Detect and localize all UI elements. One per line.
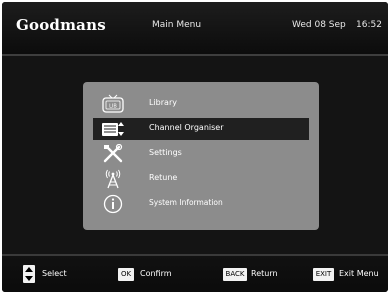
- header-bar: Goodmans Main Menu Wed 08 Sep 16:52: [2, 2, 388, 56]
- menu-item-channel-organiser[interactable]: Channel Organiser: [93, 118, 309, 140]
- tv-lib-icon: LIB: [101, 94, 125, 114]
- time-display: 16:52: [356, 20, 382, 30]
- menu-item-system-information[interactable]: System Information: [93, 193, 309, 215]
- channel-list-icon: [101, 119, 125, 139]
- info-icon: [101, 194, 125, 214]
- antenna-icon: [101, 169, 125, 189]
- menu-item-library[interactable]: LIB Library: [93, 93, 309, 115]
- brand-logo: Goodmans: [16, 16, 106, 34]
- tools-icon: [101, 144, 125, 164]
- menu-item-label: Channel Organiser: [149, 123, 224, 132]
- tv-screen: Goodmans Main Menu Wed 08 Sep 16:52 LIB …: [2, 2, 388, 292]
- exit-menu-hint-label: Exit Menu: [339, 269, 379, 278]
- date-display: Wed 08 Sep: [292, 20, 346, 30]
- menu-item-retune[interactable]: Retune: [93, 168, 309, 190]
- menu-item-label: Settings: [149, 148, 182, 157]
- page-title: Main Menu: [152, 20, 202, 30]
- menu-item-label: Retune: [149, 173, 178, 182]
- menu-item-settings[interactable]: Settings: [93, 143, 309, 165]
- menu-item-label: System Information: [149, 198, 223, 207]
- ok-key[interactable]: OK: [118, 268, 134, 281]
- svg-text:LIB: LIB: [109, 104, 117, 110]
- main-menu-panel: LIB Library Channel Organiser Settings R…: [83, 82, 319, 230]
- back-key[interactable]: BACK: [223, 268, 247, 281]
- footer-hint-bar: Select OK Confirm BACK Return EXIT Exit …: [2, 254, 388, 292]
- confirm-hint-label: Confirm: [140, 269, 172, 278]
- updown-arrows-icon: [23, 265, 35, 283]
- exit-key[interactable]: EXIT: [313, 268, 334, 281]
- return-hint-label: Return: [251, 269, 278, 278]
- menu-item-label: Library: [149, 98, 177, 107]
- select-hint-label: Select: [42, 269, 67, 278]
